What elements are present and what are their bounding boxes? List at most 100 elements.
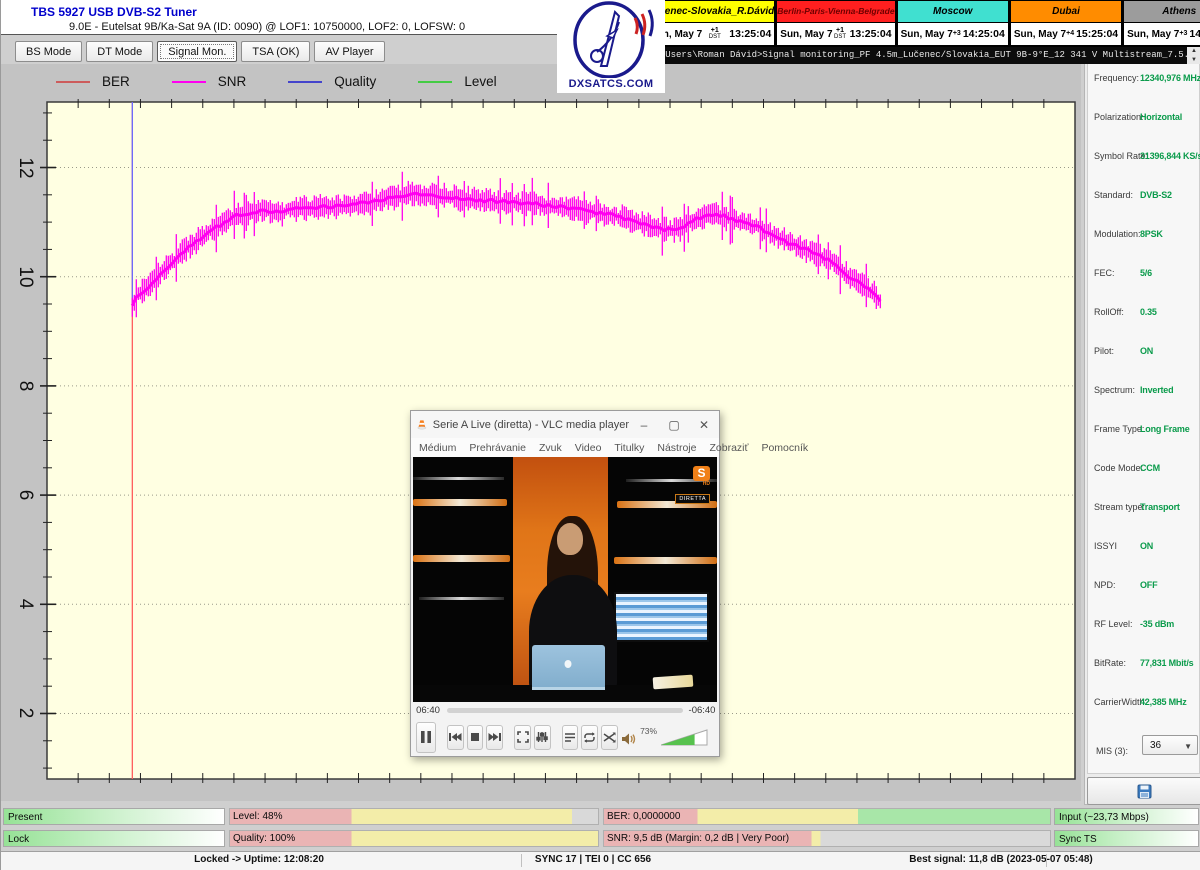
param-label: Polarization:	[1094, 112, 1144, 122]
playlist-button[interactable]	[562, 725, 579, 750]
seek-bar[interactable]	[447, 708, 683, 713]
menu-pomocn-k[interactable]: Pomocník	[761, 442, 808, 454]
legend-swatch	[418, 81, 452, 83]
menu-m-dium[interactable]: Médium	[419, 442, 456, 454]
previous-button[interactable]	[447, 725, 464, 750]
legend-item-ber: BER	[56, 74, 130, 89]
tab-tsa-ok-[interactable]: TSA (OK)	[241, 41, 310, 62]
menu-titulky[interactable]: Titulky	[614, 442, 644, 454]
scroll-up-icon[interactable]: ▲	[1191, 47, 1197, 55]
legend-label: Level	[464, 74, 496, 89]
volume-control[interactable]: 73%	[621, 729, 719, 746]
pause-button[interactable]	[416, 722, 436, 753]
param-row-pilot-: Pilot:ON	[1088, 346, 1199, 360]
param-label: Pilot:	[1094, 346, 1114, 356]
dst-flag: DST	[709, 34, 721, 40]
studio-screen	[614, 592, 709, 643]
menu-zvuk[interactable]: Zvuk	[539, 442, 562, 454]
param-row-rf-level-: RF Level: -35 dBm	[1088, 619, 1199, 633]
minimize-button[interactable]: –	[629, 411, 659, 438]
status-badge-sync-ts: Sync TS	[1054, 830, 1199, 847]
param-value: -35 dBm	[1140, 619, 1174, 629]
param-label: Stream type:	[1094, 502, 1145, 512]
param-row-bitrate-: BitRate:77,831 Mbit/s	[1088, 658, 1199, 672]
terminal-line[interactable]: C:\Users\Roman Dávid>Signal monitoring_P…	[646, 47, 1200, 64]
logo-caption: DXSATCS.COM	[557, 78, 665, 90]
clock-dubai: DubaiSun, May 7+415:25:04	[1010, 0, 1123, 47]
parameter-panel: Frequency:12340,976 MHzPolarization:Hori…	[1087, 60, 1200, 774]
snapshot-button[interactable]	[1087, 777, 1200, 805]
legend-item-quality: Quality	[288, 74, 376, 89]
shuffle-button[interactable]	[601, 725, 618, 750]
param-value: 42,385 MHz	[1140, 697, 1187, 707]
studio-shelf	[413, 555, 510, 562]
speaker-icon	[621, 732, 636, 746]
param-value: Long Frame	[1140, 424, 1190, 434]
param-row-frequency-: Frequency:12340,976 MHz	[1088, 73, 1199, 87]
param-label: Frame Type:	[1094, 424, 1144, 434]
menu-prehr-vanie[interactable]: Prehrávanie	[469, 442, 526, 454]
param-value: Inverted	[1140, 385, 1173, 395]
legend-item-snr: SNR	[172, 74, 247, 89]
menu-video[interactable]: Video	[575, 442, 602, 454]
maximize-button[interactable]: ▢	[659, 411, 689, 438]
fullscreen-button[interactable]	[514, 725, 531, 750]
mis-select[interactable]: 36▼	[1142, 735, 1198, 755]
vlc-window[interactable]: Serie A Live (diretta) - VLC media playe…	[410, 410, 720, 757]
param-value: 0.35	[1140, 307, 1157, 317]
clock-date: Sun, May 7	[1014, 29, 1066, 40]
tab-signal-mon-[interactable]: Signal Mon.	[157, 41, 237, 62]
terminal-scrollbar[interactable]: ▲▼	[1187, 47, 1200, 64]
legend-label: BER	[102, 74, 130, 89]
param-label: Spectrum:	[1094, 385, 1135, 395]
status-row-1: PresentLevel: 48%BER: 0,0000000Input (~2…	[1, 808, 1200, 829]
legend-item-level: Level	[418, 74, 496, 89]
scroll-down-icon[interactable]: ▼	[1191, 56, 1197, 64]
param-row-frame-type-: Frame Type:Long Frame	[1088, 424, 1199, 438]
param-value: 77,831 Mbit/s	[1140, 658, 1193, 668]
loop-button[interactable]	[581, 725, 598, 750]
menu-n-stroje[interactable]: Nástroje	[657, 442, 696, 454]
param-value: OFF	[1140, 580, 1157, 590]
app-window: TBS 5927 USB DVB-S2 Tuner 9.0E - Eutelsa…	[0, 0, 1200, 870]
extended-settings-button[interactable]	[534, 725, 551, 750]
progress-bar-snr: SNR: 9,5 dB (Margin: 0,2 dB | Very Poor)	[603, 830, 1051, 847]
tab-bs-mode[interactable]: BS Mode	[15, 41, 82, 62]
param-row-rolloff-: RollOff:0.35	[1088, 307, 1199, 321]
next-button[interactable]	[486, 725, 503, 750]
vlc-video-area[interactable]: S HD DIRETTA	[413, 457, 717, 702]
offset-value: +3	[1179, 31, 1187, 37]
param-row-carrierwidth-: CarrierWidth:42,385 MHz	[1088, 697, 1199, 711]
laptop	[532, 645, 605, 690]
param-row-npd-: NPD:OFF	[1088, 580, 1199, 594]
tab-av-player[interactable]: AV Player	[314, 41, 384, 62]
param-label: FEC:	[1094, 268, 1115, 278]
param-row-standard-: Standard:DVB-S2	[1088, 190, 1199, 204]
vlc-seek-row: 06:40 -06:40	[411, 702, 719, 719]
chevron-down-icon: ▼	[1184, 742, 1192, 751]
save-icon	[1137, 784, 1152, 799]
sync-status: SYNC 17 | TEI 0 | CC 656	[535, 852, 651, 868]
legend-label: Quality	[334, 74, 376, 89]
vlc-menubar: Médium Prehrávanie Zvuk Video Titulky Nástroj…	[411, 438, 719, 457]
param-value: CCM	[1140, 463, 1160, 473]
close-button[interactable]: ✕	[689, 411, 719, 438]
stop-button[interactable]	[467, 725, 484, 750]
param-label: Modulation:	[1094, 229, 1141, 239]
progress-bar-quality: Quality: 100%	[229, 830, 599, 847]
channel-logo-mark: S	[693, 466, 710, 481]
terminal-text: C:\Users\Roman Dávid>Signal monitoring_P…	[646, 50, 1200, 60]
best-signal-status: Best signal: 11,8 dB (2023-05-07 05:48)	[909, 852, 1092, 868]
param-label: Frequency:	[1094, 73, 1139, 83]
menu-zobrazi-[interactable]: Zobraziť	[709, 442, 748, 454]
statusbar: Locked -> Uptime: 12:08:20 SYNC 17 | TEI…	[1, 851, 1200, 870]
clock-lu-enec-slovakia-r-d-vid: Lučenec-Slovakia_R.DávidSun, May 7+1DST1…	[646, 0, 776, 47]
volume-slider[interactable]	[661, 729, 709, 746]
param-label: RF Level:	[1094, 619, 1133, 629]
status-badge-present: Present	[3, 808, 225, 825]
param-label: Code Mode:	[1094, 463, 1143, 473]
param-value: 8PSK	[1140, 229, 1163, 239]
tab-dt-mode[interactable]: DT Mode	[86, 41, 153, 62]
dst-flag: DST	[834, 34, 846, 40]
vlc-titlebar[interactable]: Serie A Live (diretta) - VLC media playe…	[411, 411, 719, 438]
